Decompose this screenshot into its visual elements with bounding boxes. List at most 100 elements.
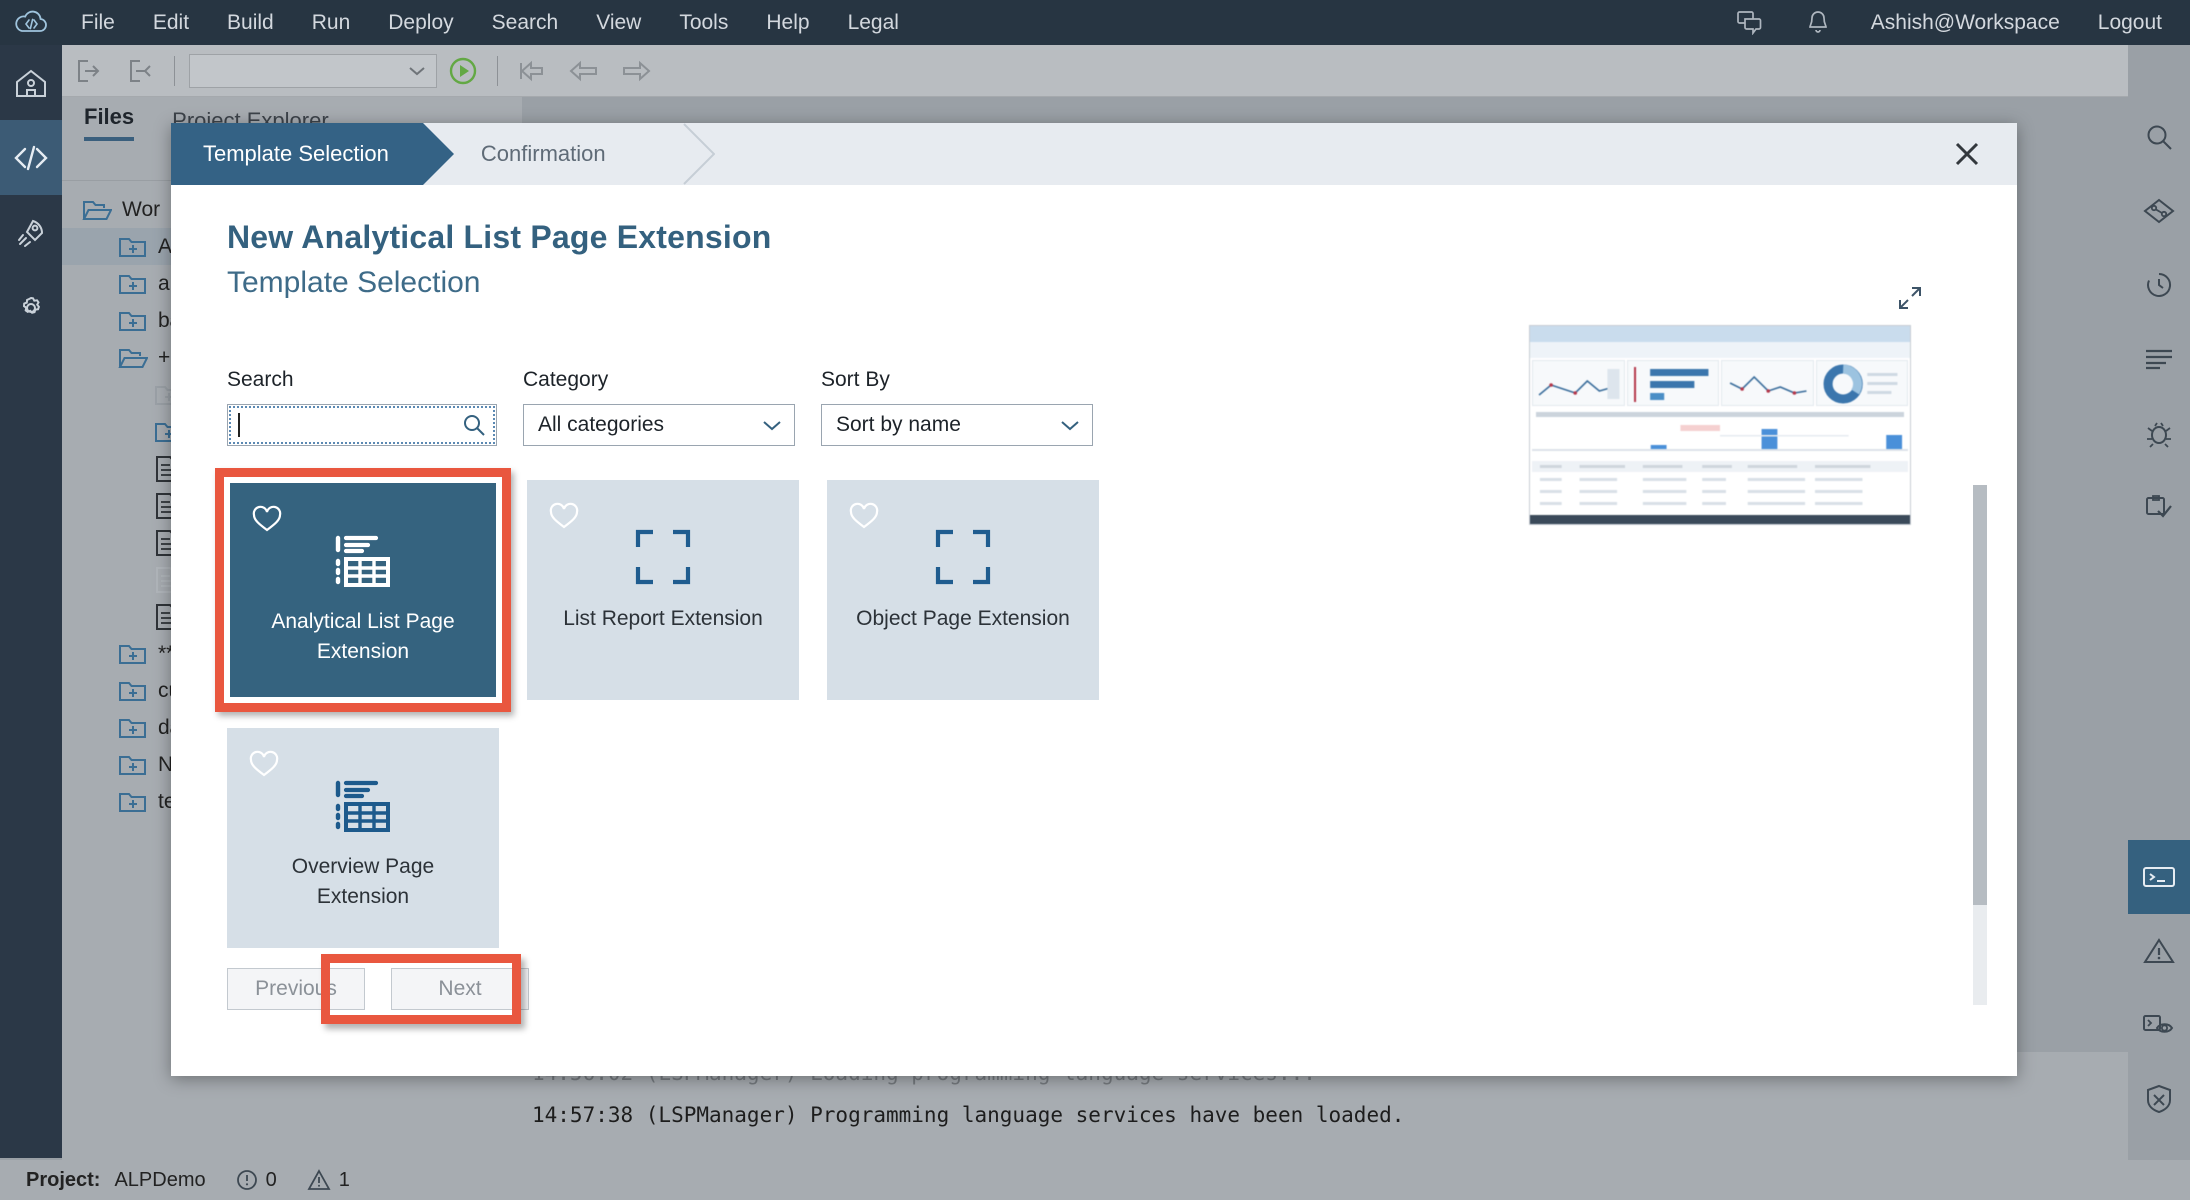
menu-item-build[interactable]: Build: [208, 0, 293, 45]
template-card[interactable]: Overview Page Extension: [227, 728, 499, 948]
rail-item-deploy[interactable]: [0, 195, 62, 270]
category-value: All categories: [538, 413, 665, 436]
template-card-label: Analytical List Page Extension: [271, 610, 455, 663]
status-bar: Project: ALPDemo 0 1: [0, 1160, 2190, 1200]
close-dialog-button[interactable]: [1939, 123, 1995, 185]
heart-icon[interactable]: [249, 750, 279, 783]
rail-item-search[interactable]: [2128, 100, 2190, 174]
template-card-label: List Report Extension: [563, 607, 763, 630]
dialog-scrollbar-thumb[interactable]: [1973, 485, 1987, 905]
project-label: Project:: [26, 1168, 101, 1191]
folder-plus-icon: [118, 716, 148, 740]
rail-item-outline[interactable]: [2128, 322, 2190, 396]
preview-donut-card: [1815, 360, 1908, 406]
menu-item-tools[interactable]: Tools: [660, 0, 747, 45]
export-icon[interactable]: [114, 45, 166, 97]
heart-icon[interactable]: [849, 502, 879, 535]
menu-item-file[interactable]: File: [62, 0, 134, 45]
rail-item-console[interactable]: [2128, 840, 2190, 914]
warning-count-indicator[interactable]: 1: [307, 1169, 350, 1192]
rail-item-tasks[interactable]: [2128, 470, 2190, 544]
heart-icon[interactable]: [252, 505, 282, 538]
menu-item-view[interactable]: View: [577, 0, 660, 45]
notification-bell-icon[interactable]: [1785, 10, 1851, 35]
next-button[interactable]: Next: [391, 968, 529, 1010]
run-configuration-select[interactable]: [189, 53, 437, 88]
template-card-grid: Analytical List Page Extension List Repor…: [215, 468, 1127, 948]
user-label[interactable]: Ashish@Workspace: [1851, 11, 2080, 35]
wizard-step-template-selection[interactable]: Template Selection: [171, 123, 454, 185]
template-card-label: Object Page Extension: [856, 607, 1070, 630]
wizard-step-confirmation[interactable]: Confirmation: [423, 123, 636, 185]
rail-item-home[interactable]: [0, 45, 62, 120]
template-card[interactable]: Object Page Extension: [827, 480, 1099, 700]
template-card-wrapper: Object Page Extension: [827, 480, 1099, 700]
overview-page-icon: [332, 772, 394, 838]
chevron-down-icon: [1061, 420, 1079, 430]
menu-item-help[interactable]: Help: [747, 0, 828, 45]
step-back-icon[interactable]: [506, 45, 558, 97]
preview-thumbnail[interactable]: [1529, 325, 1911, 525]
folder-plus-icon: [118, 753, 148, 777]
template-card-wrapper: List Report Extension: [527, 480, 799, 700]
search-input[interactable]: [227, 404, 497, 446]
dialog-scrollbar[interactable]: [1973, 485, 1987, 1005]
bracket-frame-icon: [934, 524, 992, 590]
error-count-indicator[interactable]: 0: [236, 1169, 277, 1192]
toolbar-divider-2: [497, 55, 498, 86]
menu-item-legal[interactable]: Legal: [829, 0, 918, 45]
template-card[interactable]: List Report Extension: [527, 480, 799, 700]
warning-triangle-icon: [307, 1169, 331, 1190]
chat-icon[interactable]: [1715, 10, 1785, 35]
template-card-wrapper: Analytical List Page Extension: [215, 468, 511, 712]
preview-divider: [1536, 412, 1904, 417]
wizard-chevron-icon: [683, 123, 715, 185]
category-label: Category: [523, 368, 609, 391]
category-select[interactable]: All categories: [523, 404, 795, 446]
expand-preview-button[interactable]: [1529, 285, 1929, 311]
menu-item-deploy[interactable]: Deploy: [369, 0, 472, 45]
left-activity-rail: [0, 45, 62, 1158]
analytical-list-page-icon: [332, 527, 394, 593]
rail-item-debug[interactable]: [2128, 396, 2190, 470]
sort-by-select[interactable]: Sort by name: [821, 404, 1093, 446]
logout-button[interactable]: Logout: [2080, 11, 2190, 35]
right-tool-rail: [2128, 100, 2190, 1160]
search-icon[interactable]: [462, 413, 486, 442]
chevron-down-icon: [763, 420, 781, 430]
menu-item-search[interactable]: Search: [473, 0, 578, 45]
arrow-back-icon[interactable]: [558, 45, 610, 97]
rail-item-git[interactable]: [2128, 174, 2190, 248]
menu-item-edit[interactable]: Edit: [134, 0, 208, 45]
ide-window: File Edit Build Run Deploy Search View T…: [0, 0, 2190, 1200]
rail-item-problems[interactable]: [2128, 914, 2190, 988]
cloud-code-icon[interactable]: [0, 10, 62, 36]
search-label: Search: [227, 368, 294, 391]
arrow-forward-icon[interactable]: [610, 45, 662, 97]
warning-count: 1: [338, 1168, 350, 1191]
rail-item-preview[interactable]: [2128, 988, 2190, 1062]
text-caret: [238, 413, 240, 437]
tab-files[interactable]: Files: [84, 104, 135, 141]
menu-item-run[interactable]: Run: [293, 0, 370, 45]
template-card[interactable]: Analytical List Page Extension: [227, 480, 499, 700]
rail-item-security[interactable]: [2128, 1062, 2190, 1136]
sort-group: Sort By Sort by name: [821, 368, 1093, 446]
heart-icon[interactable]: [549, 502, 579, 535]
import-icon[interactable]: [62, 45, 114, 97]
run-play-icon[interactable]: [437, 45, 489, 97]
close-icon: [1955, 142, 1979, 166]
folder-plus-icon: [118, 642, 148, 666]
rail-item-history[interactable]: [2128, 248, 2190, 322]
preview-table: [1530, 459, 1910, 515]
rail-item-settings[interactable]: [0, 270, 62, 345]
previous-button[interactable]: Previous: [227, 968, 365, 1010]
tree-item-label: Wor: [122, 197, 161, 221]
rail-item-development[interactable]: [0, 120, 62, 195]
sort-by-label: Sort By: [821, 368, 890, 391]
preview-chart-strip: [1530, 421, 1910, 459]
template-card-wrapper: Overview Page Extension: [227, 728, 499, 948]
chevron-down-icon: [409, 66, 425, 75]
rail-gap: [2128, 544, 2190, 840]
bracket-frame-icon: [634, 524, 692, 590]
